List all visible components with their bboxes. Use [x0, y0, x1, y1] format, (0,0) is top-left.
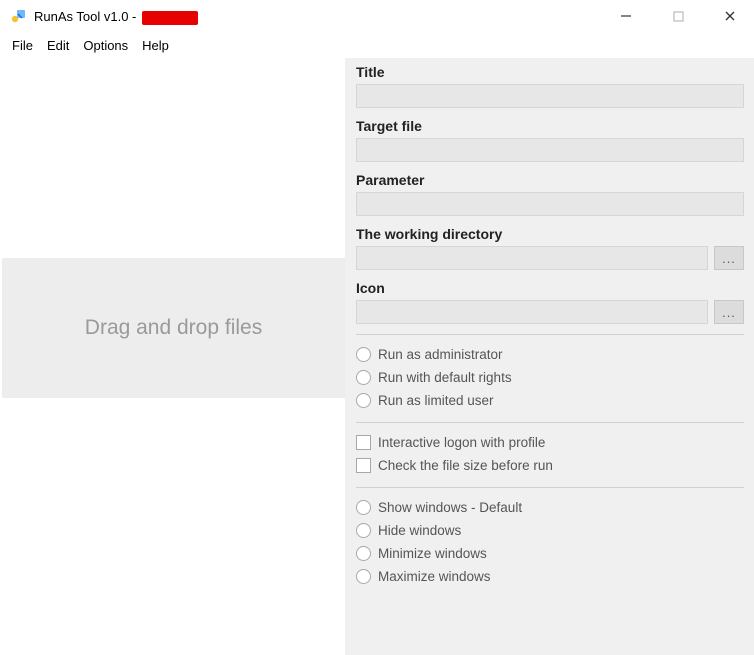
- radio-run-admin[interactable]: Run as administrator: [356, 343, 744, 366]
- radio-label: Minimize windows: [378, 546, 487, 561]
- checkbox-label: Interactive logon with profile: [378, 435, 545, 450]
- radio-minimize-windows[interactable]: Minimize windows: [356, 542, 744, 565]
- icon-browse-button[interactable]: ...: [714, 300, 744, 324]
- window-title: RunAs Tool v1.0 -: [34, 9, 136, 24]
- drop-zone[interactable]: Drag and drop files: [2, 258, 345, 398]
- check-interactive-logon[interactable]: Interactive logon with profile: [356, 431, 744, 454]
- parameter-label: Parameter: [356, 172, 744, 188]
- radio-label: Hide windows: [378, 523, 461, 538]
- icon-label: Icon: [356, 280, 744, 296]
- radio-icon: [356, 347, 371, 362]
- separator: [356, 487, 744, 488]
- radio-label: Show windows - Default: [378, 500, 522, 515]
- radio-label: Run with default rights: [378, 370, 512, 385]
- radio-label: Run as administrator: [378, 347, 503, 362]
- radio-maximize-windows[interactable]: Maximize windows: [356, 565, 744, 588]
- radio-run-limited[interactable]: Run as limited user: [356, 389, 744, 412]
- radio-hide-windows[interactable]: Hide windows: [356, 519, 744, 542]
- radio-icon: [356, 546, 371, 561]
- workdir-label: The working directory: [356, 226, 744, 242]
- checkbox-label: Check the file size before run: [378, 458, 553, 473]
- checkbox-icon: [356, 458, 371, 473]
- radio-label: Run as limited user: [378, 393, 494, 408]
- radio-show-windows[interactable]: Show windows - Default: [356, 496, 744, 519]
- menu-file[interactable]: File: [12, 38, 33, 53]
- icon-input[interactable]: [356, 300, 708, 324]
- checkbox-icon: [356, 435, 371, 450]
- menu-bar: File Edit Options Help: [0, 32, 754, 58]
- target-label: Target file: [356, 118, 744, 134]
- menu-options[interactable]: Options: [83, 38, 128, 53]
- check-file-size[interactable]: Check the file size before run: [356, 454, 744, 477]
- radio-run-default[interactable]: Run with default rights: [356, 366, 744, 389]
- minimize-button[interactable]: [612, 6, 640, 26]
- workdir-browse-button[interactable]: ...: [714, 246, 744, 270]
- radio-icon: [356, 370, 371, 385]
- right-pane: Title Target file Parameter The working …: [345, 58, 754, 655]
- menu-edit[interactable]: Edit: [47, 38, 69, 53]
- radio-icon: [356, 500, 371, 515]
- close-button[interactable]: [716, 6, 744, 26]
- radio-label: Maximize windows: [378, 569, 491, 584]
- left-pane: Drag and drop files: [0, 58, 345, 655]
- separator: [356, 334, 744, 335]
- drop-zone-text: Drag and drop files: [85, 316, 262, 340]
- redacted-mark: [142, 11, 198, 25]
- parameter-input[interactable]: [356, 192, 744, 216]
- radio-icon: [356, 523, 371, 538]
- target-input[interactable]: [356, 138, 744, 162]
- radio-icon: [356, 569, 371, 584]
- title-label: Title: [356, 64, 744, 80]
- title-input[interactable]: [356, 84, 744, 108]
- title-bar: RunAs Tool v1.0 -: [0, 0, 754, 32]
- radio-icon: [356, 393, 371, 408]
- separator: [356, 422, 744, 423]
- maximize-button[interactable]: [664, 6, 692, 26]
- workdir-input[interactable]: [356, 246, 708, 270]
- app-icon: [10, 7, 28, 25]
- menu-help[interactable]: Help: [142, 38, 169, 53]
